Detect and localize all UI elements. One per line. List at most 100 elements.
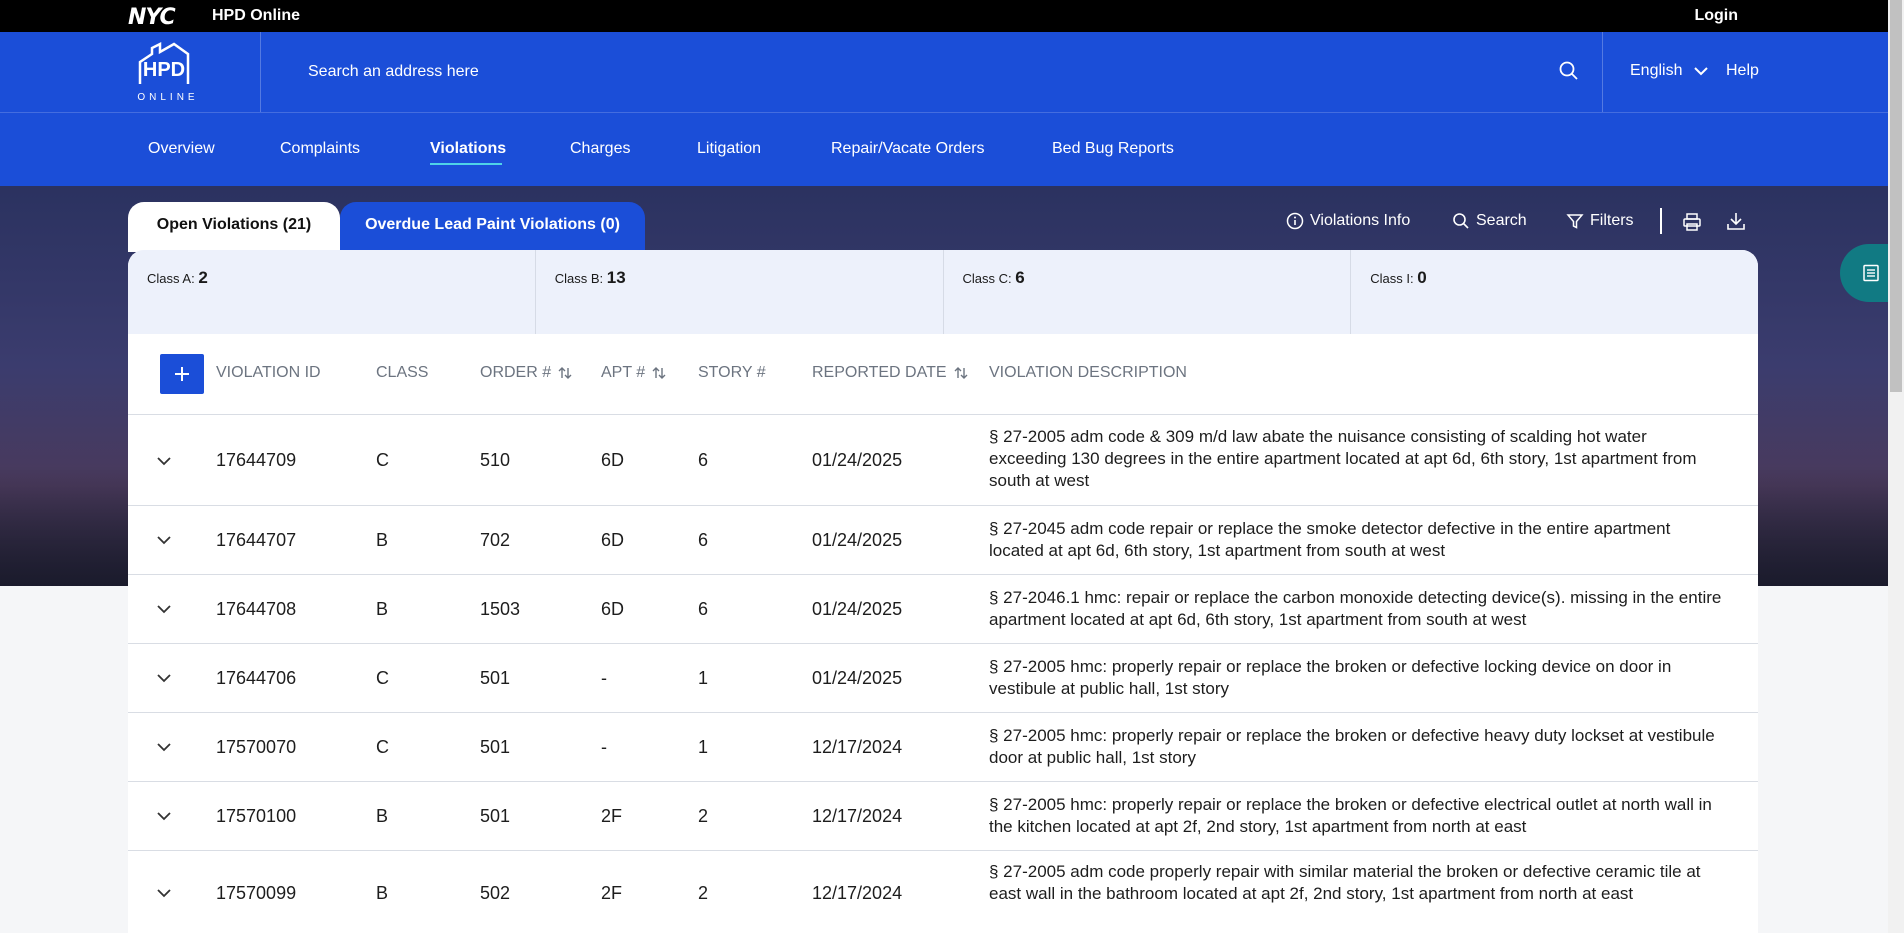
reported-date: 01/24/2025 [812,450,903,470]
chevron-down-icon[interactable] [154,806,174,826]
violations-info-label: Violations Info [1310,212,1411,229]
story-number: 2 [698,806,709,826]
chevron-down-icon[interactable] [1692,64,1710,78]
class-c-count: Class C: 6 [944,250,1352,334]
violation-id: 17644709 [216,450,297,470]
class-summary: Class A: 2 Class B: 13 Class C: 6 Class … [128,250,1758,334]
sort-icon[interactable] [557,365,573,381]
table-row[interactable]: 17644708 B 1503 6D 6 01/24/2025 § 27-204… [128,575,1758,644]
language-selector[interactable]: English [1630,62,1682,80]
col-story: STORY # [698,364,766,381]
violation-description: § 27-2045 adm code repair or replace the… [989,519,1671,560]
col-class: CLASS [376,364,429,381]
sort-icon[interactable] [953,365,969,381]
nav-repair-vacate-orders[interactable]: Repair/Vacate Orders [831,140,985,158]
chevron-down-icon[interactable] [154,599,174,619]
reported-date: 01/24/2025 [812,530,903,550]
order-number: 501 [480,668,511,688]
tab-open-violations[interactable]: Open Violations (21) [128,202,340,252]
class-i-count: Class I: 0 [1370,268,1427,287]
address-search-input[interactable] [308,54,1538,90]
apt-number: 6D [601,599,625,619]
expand-all-button[interactable] [160,354,204,394]
violation-id: 17570099 [216,883,297,903]
col-reported-date[interactable]: REPORTED DATE [812,364,969,382]
violation-class: C [376,450,389,470]
violation-description: § 27-2005 adm code properly repair with … [989,862,1701,903]
filter-icon [1566,214,1584,229]
order-number: 1503 [480,599,521,619]
class-b-count: Class B: 13 [536,250,944,334]
chevron-down-icon[interactable] [154,883,174,903]
main-nav: Overview Complaints Violations Charges L… [0,112,1888,186]
violation-description: § 27-2005 adm code & 309 m/d law abate t… [989,427,1697,490]
chevron-down-icon[interactable] [154,451,174,471]
search-icon[interactable] [1558,60,1580,82]
order-number: 702 [480,530,511,550]
hpd-online-logo[interactable]: HPD ONLINE [130,40,206,104]
table-search-button[interactable]: Search [1452,212,1527,230]
story-number: 2 [698,883,709,903]
violation-id: 17644707 [216,530,297,550]
table-row[interactable]: 17570100 B 501 2F 2 12/17/2024 § 27-2005… [128,782,1758,851]
chevron-down-icon[interactable] [154,668,174,688]
violation-id: 17644708 [216,599,297,619]
col-violation-id: VIOLATION ID [216,364,321,381]
brand-name[interactable]: HPD Online [212,7,300,25]
tab-overdue-lead-paint[interactable]: Overdue Lead Paint Violations (0) [340,202,645,252]
story-number: 6 [698,599,709,619]
violation-class: B [376,530,389,550]
filters-label: Filters [1590,212,1634,229]
chevron-down-icon[interactable] [154,737,174,757]
filters-button[interactable]: Filters [1566,212,1634,230]
table-row[interactable]: 17570070 C 501 - 1 12/17/2024 § 27-2005 … [128,713,1758,782]
site-header: HPD ONLINE English Help [0,32,1888,112]
col-order[interactable]: ORDER # [480,364,573,382]
apt-number: 2F [601,806,623,826]
table-row[interactable]: 17644707 B 702 6D 6 01/24/2025 § 27-2045… [128,506,1758,575]
nav-complaints[interactable]: Complaints [280,140,360,158]
apt-number: 6D [601,530,625,550]
help-link[interactable]: Help [1726,62,1759,80]
table-row[interactable]: 17570099 B 502 2F 2 12/17/2024 § 27-2005… [128,851,1758,933]
list-icon [1863,264,1879,282]
toolbar-divider [1660,208,1662,234]
violation-class: B [376,883,389,903]
order-number: 502 [480,883,511,903]
order-number: 501 [480,806,511,826]
table-row[interactable]: 17644709 C 510 6D 6 01/24/2025 § 27-2005… [128,415,1758,506]
sort-icon[interactable] [651,365,667,381]
col-apt[interactable]: APT # [601,364,667,382]
apt-number: - [601,668,607,688]
logo-online-text: ONLINE [137,92,198,103]
violation-class: B [376,806,389,826]
header-divider [1602,32,1603,112]
nyc-logo[interactable]: NYC [128,5,176,30]
reported-date: 12/17/2024 [812,806,903,826]
nav-litigation[interactable]: Litigation [697,140,761,158]
nav-overview[interactable]: Overview [148,140,215,158]
table-header: VIOLATION ID CLASS ORDER # APT # STORY #… [128,334,1758,415]
story-number: 1 [698,737,709,757]
nav-bed-bug-reports[interactable]: Bed Bug Reports [1052,140,1174,158]
top-bar: NYC HPD Online Login [0,0,1888,32]
active-nav-indicator [430,163,502,165]
class-a-count: Class A: 2 [128,250,536,334]
nav-charges[interactable]: Charges [570,140,630,158]
violation-class: C [376,737,389,757]
apt-number: - [601,737,607,757]
login-link[interactable]: Login [1694,7,1738,25]
violation-description: § 27-2005 hmc: properly repair or replac… [989,657,1672,698]
nav-violations[interactable]: Violations [430,140,506,158]
violations-info-button[interactable]: Violations Info [1286,212,1410,230]
logo-hpd-text: HPD [143,59,185,81]
reported-date: 12/17/2024 [812,883,903,903]
violation-class: C [376,668,389,688]
reported-date: 01/24/2025 [812,668,903,688]
download-icon[interactable] [1726,211,1746,231]
col-violation-description: VIOLATION DESCRIPTION [989,364,1187,381]
table-row[interactable]: 17644706 C 501 - 1 01/24/2025 § 27-2005 … [128,644,1758,713]
chevron-down-icon[interactable] [154,530,174,550]
scrollbar-thumb[interactable] [1890,0,1902,392]
print-icon[interactable] [1682,212,1702,232]
